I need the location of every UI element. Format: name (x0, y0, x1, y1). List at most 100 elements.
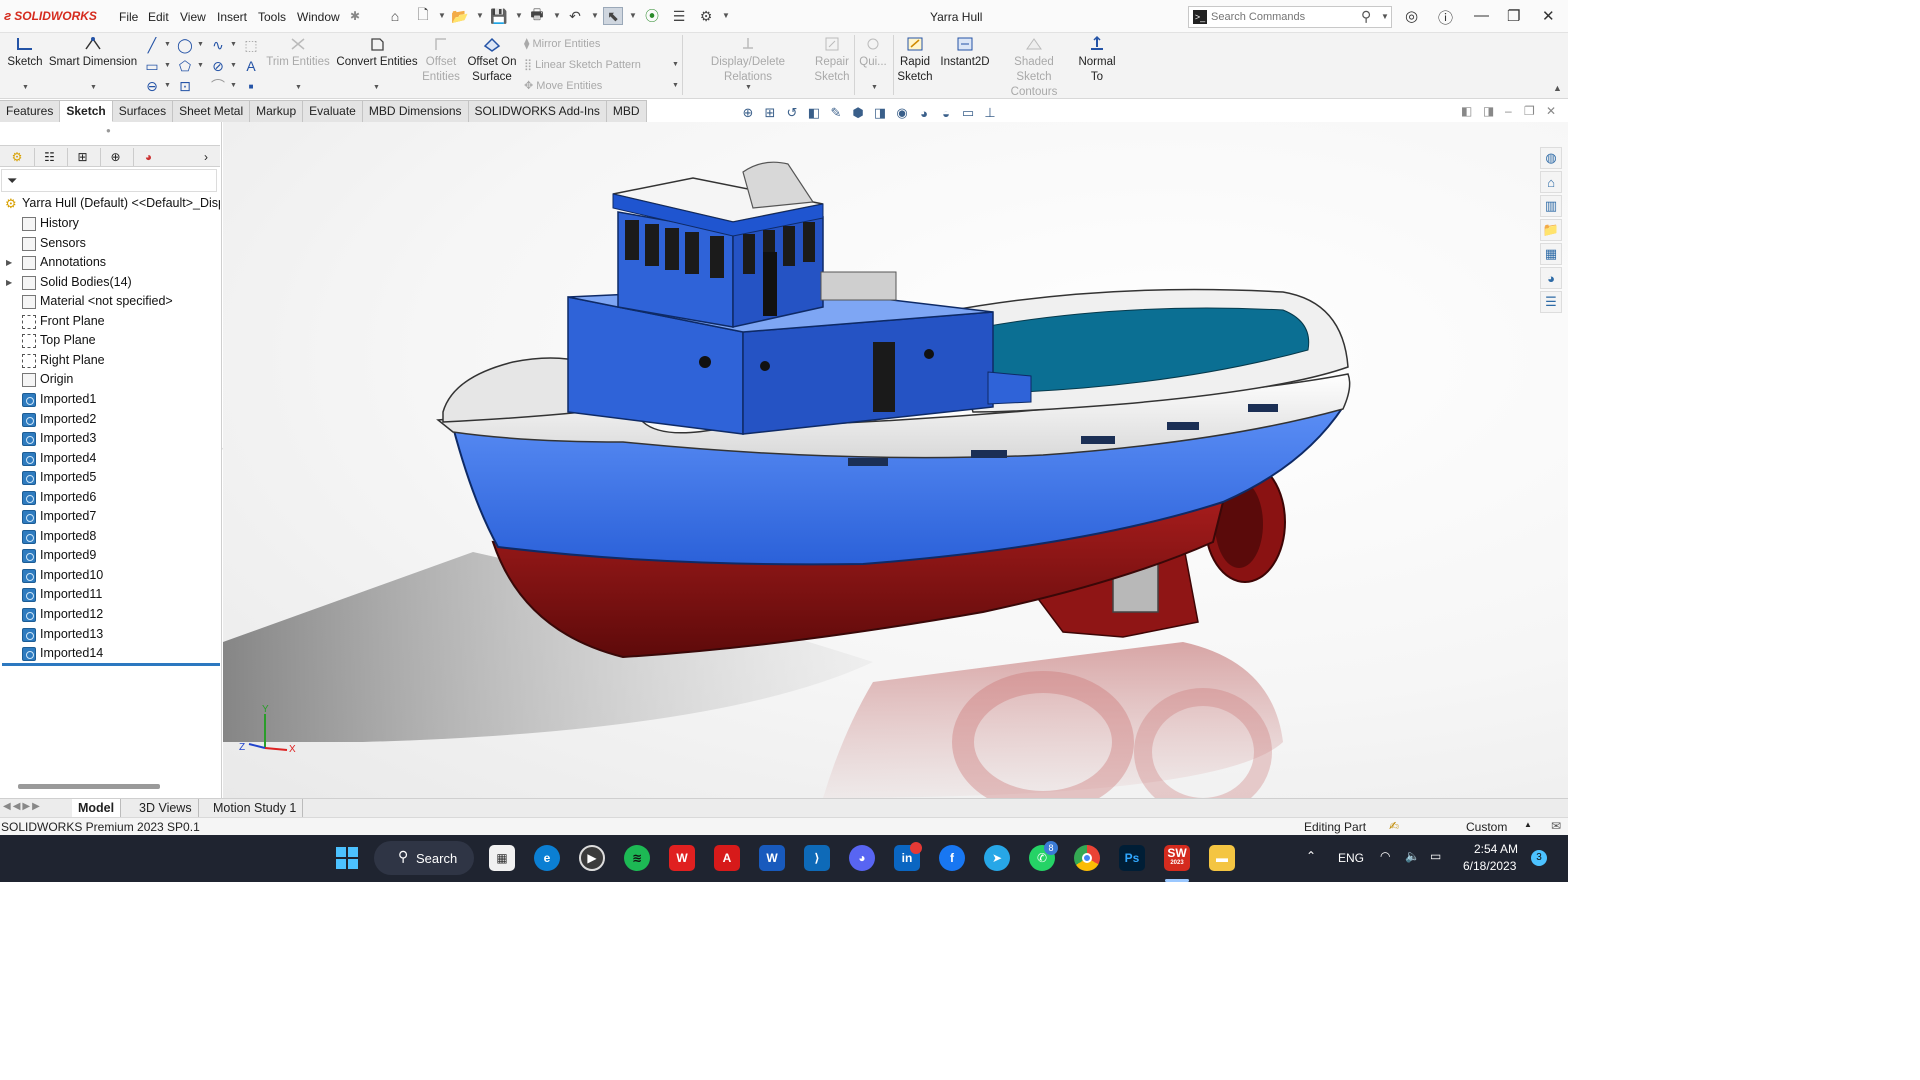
discord-icon[interactable]: ◕ (849, 845, 875, 871)
menu-edit[interactable]: Edit (148, 10, 169, 24)
graphics-area[interactable]: Y Z X (223, 122, 1568, 798)
tree-item[interactable]: Imported6 (0, 488, 220, 507)
dynamic-annotation-icon[interactable]: ✎ (826, 104, 846, 122)
tree-item[interactable]: Material <not specified> (0, 292, 220, 311)
chrome-icon[interactable] (1074, 845, 1100, 871)
trim-caret-icon[interactable]: ▼ (295, 84, 302, 91)
undo-icon[interactable]: ↶ (565, 7, 585, 25)
select-pointer-icon[interactable]: ⬉ (603, 7, 623, 25)
collapse-ribbon-icon[interactable]: ▲ (1553, 83, 1562, 93)
polygon-caret-icon[interactable]: ▼ (197, 62, 204, 69)
sketch-caret-icon[interactable]: ▼ (22, 84, 29, 91)
tree-item[interactable]: Imported13 (0, 625, 220, 644)
file-properties-icon[interactable]: ☰ (669, 7, 689, 25)
tab-evaluate[interactable]: Evaluate (303, 100, 363, 122)
rebuild-status-icon[interactable]: ✍ (1389, 819, 1399, 833)
3d-contentcentral-icon[interactable]: ⌂ (1540, 171, 1562, 193)
polygon-tool-icon[interactable]: ⬠ (176, 57, 194, 75)
fillet-dashed-icon[interactable]: ⬚ (242, 36, 260, 54)
open-caret-icon[interactable]: ▼ (476, 11, 484, 20)
tree-item[interactable]: ▶ Annotations (0, 253, 220, 272)
quick-snaps-caret-icon[interactable]: ▼ (871, 84, 878, 91)
configuration-manager-tab-icon[interactable]: ⊞ (67, 148, 97, 166)
menu-window[interactable]: Window (297, 10, 340, 24)
menu-view[interactable]: View (180, 10, 206, 24)
quick-snaps-button[interactable]: Qui... (857, 35, 889, 70)
ellipse-caret-icon[interactable]: ▼ (230, 62, 237, 69)
point-tool-icon[interactable]: ⊡ (176, 77, 194, 95)
plane-point-icon[interactable]: ■ (242, 77, 260, 95)
instant2d-button[interactable]: Instant2D (938, 35, 992, 70)
view-settings-icon[interactable]: ▭ (958, 104, 978, 122)
horizontal-scrollbar[interactable] (18, 784, 160, 789)
viewport-close-icon[interactable]: ✕ (1546, 104, 1556, 118)
microsoft-store-icon[interactable]: ▦ (489, 845, 515, 871)
tree-item[interactable]: Origin (0, 370, 220, 389)
windows-start-icon[interactable] (334, 845, 360, 871)
shaded-sketch-contours-button[interactable]: Shaded Sketch Contours (996, 35, 1072, 100)
tree-item[interactable]: Imported4 (0, 449, 220, 468)
tab-3d-views[interactable]: 3D Views (133, 799, 199, 817)
arc-tool-icon[interactable]: ⌒ (209, 77, 227, 95)
menu-tools[interactable]: Tools (258, 10, 286, 24)
tree-item[interactable]: Imported7 (0, 507, 220, 526)
home-icon[interactable]: ⌂ (385, 7, 405, 25)
dimxpert-manager-tab-icon[interactable]: ⊕ (100, 148, 130, 166)
tree-item[interactable]: Imported11 (0, 585, 220, 604)
tab-surfaces[interactable]: Surfaces (112, 100, 174, 122)
design-library-icon[interactable]: ▥ (1540, 195, 1562, 217)
new-document-icon[interactable]: 🗋 (413, 6, 433, 25)
rebuild-traffic-light-icon[interactable]: ⦿ (642, 7, 662, 25)
open-folder-icon[interactable]: 📂 (450, 7, 470, 25)
undo-caret-icon[interactable]: ▼ (591, 11, 599, 20)
tree-item[interactable]: History (0, 214, 220, 233)
circle-tool-icon[interactable]: ◯ (176, 36, 194, 54)
edge-browser-icon[interactable]: e (534, 845, 560, 871)
facebook-icon[interactable]: f (939, 845, 965, 871)
print-caret-icon[interactable]: ▼ (553, 11, 561, 20)
appearances-scenes-icon[interactable]: ◕ (1540, 267, 1562, 289)
tab-scroll-arrows-icon[interactable]: ◀◀▶▶ (3, 801, 42, 812)
offset-on-surface-button[interactable]: Offset On Surface (466, 35, 518, 85)
search-commands-box[interactable]: >_ ⚲ ▼ (1188, 6, 1392, 28)
text-tool-icon[interactable]: A (242, 57, 260, 75)
section-view-icon[interactable]: ◧ (804, 104, 824, 122)
custom-properties-icon[interactable]: ☰ (1540, 291, 1562, 313)
display-style-icon[interactable]: ◨ (870, 104, 890, 122)
tree-item[interactable]: Imported2 (0, 410, 220, 429)
apply-scene-icon[interactable]: ◒ (936, 104, 956, 122)
mirror-entities-button[interactable]: ⧫ Mirror Entities (524, 37, 600, 50)
expand-arrow-icon[interactable]: ▶ (6, 253, 12, 272)
line-tool-icon[interactable]: ╱ (143, 36, 161, 54)
photoshop-icon[interactable]: Ps (1119, 845, 1145, 871)
sketch-button[interactable]: Sketch (4, 35, 46, 70)
panel-grip-icon[interactable]: ● (106, 126, 111, 135)
save-icon[interactable]: 💾 (489, 7, 509, 25)
telegram-icon[interactable]: ➤ (984, 845, 1010, 871)
rectangle-tool-icon[interactable]: ▭ (143, 57, 161, 75)
unit-system[interactable]: Custom (1466, 820, 1507, 834)
linear-sketch-pattern-button[interactable]: ⣿ Linear Sketch Pattern (524, 58, 641, 71)
tree-item[interactable]: Front Plane (0, 312, 220, 331)
select-caret-icon[interactable]: ▼ (629, 11, 637, 20)
arc-caret-icon[interactable]: ▼ (230, 82, 237, 89)
solidworks-taskbar-icon[interactable]: SW 2023 (1164, 845, 1190, 871)
media-player-icon[interactable]: ▶ (579, 845, 605, 871)
expand-arrow-icon[interactable]: ▶ (6, 273, 12, 292)
convert-entities-button[interactable]: Convert Entities (334, 35, 420, 70)
tile-left-icon[interactable]: ◧ (1461, 104, 1472, 118)
search-commands-input[interactable] (1211, 9, 1351, 25)
new-caret-icon[interactable]: ▼ (438, 11, 446, 20)
property-manager-tab-icon[interactable]: ☷ (34, 148, 64, 166)
tab-mbd-dimensions[interactable]: MBD Dimensions (362, 100, 469, 122)
trim-entities-button[interactable]: Trim Entities (264, 35, 332, 70)
normal-to-hud-icon[interactable]: ⊥ (980, 104, 1000, 122)
tree-item[interactable]: Imported8 (0, 527, 220, 546)
clock-date[interactable]: 6/18/2023 (1463, 859, 1516, 873)
relations-caret-icon[interactable]: ▼ (745, 84, 752, 91)
tree-item[interactable]: Right Plane (0, 351, 220, 370)
search-caret-icon[interactable]: ▼ (1381, 12, 1389, 21)
edit-appearance-icon[interactable]: ◕ (914, 104, 934, 122)
convert-caret-icon[interactable]: ▼ (373, 84, 380, 91)
taskbar-search[interactable]: ⚲ Search (374, 841, 474, 875)
